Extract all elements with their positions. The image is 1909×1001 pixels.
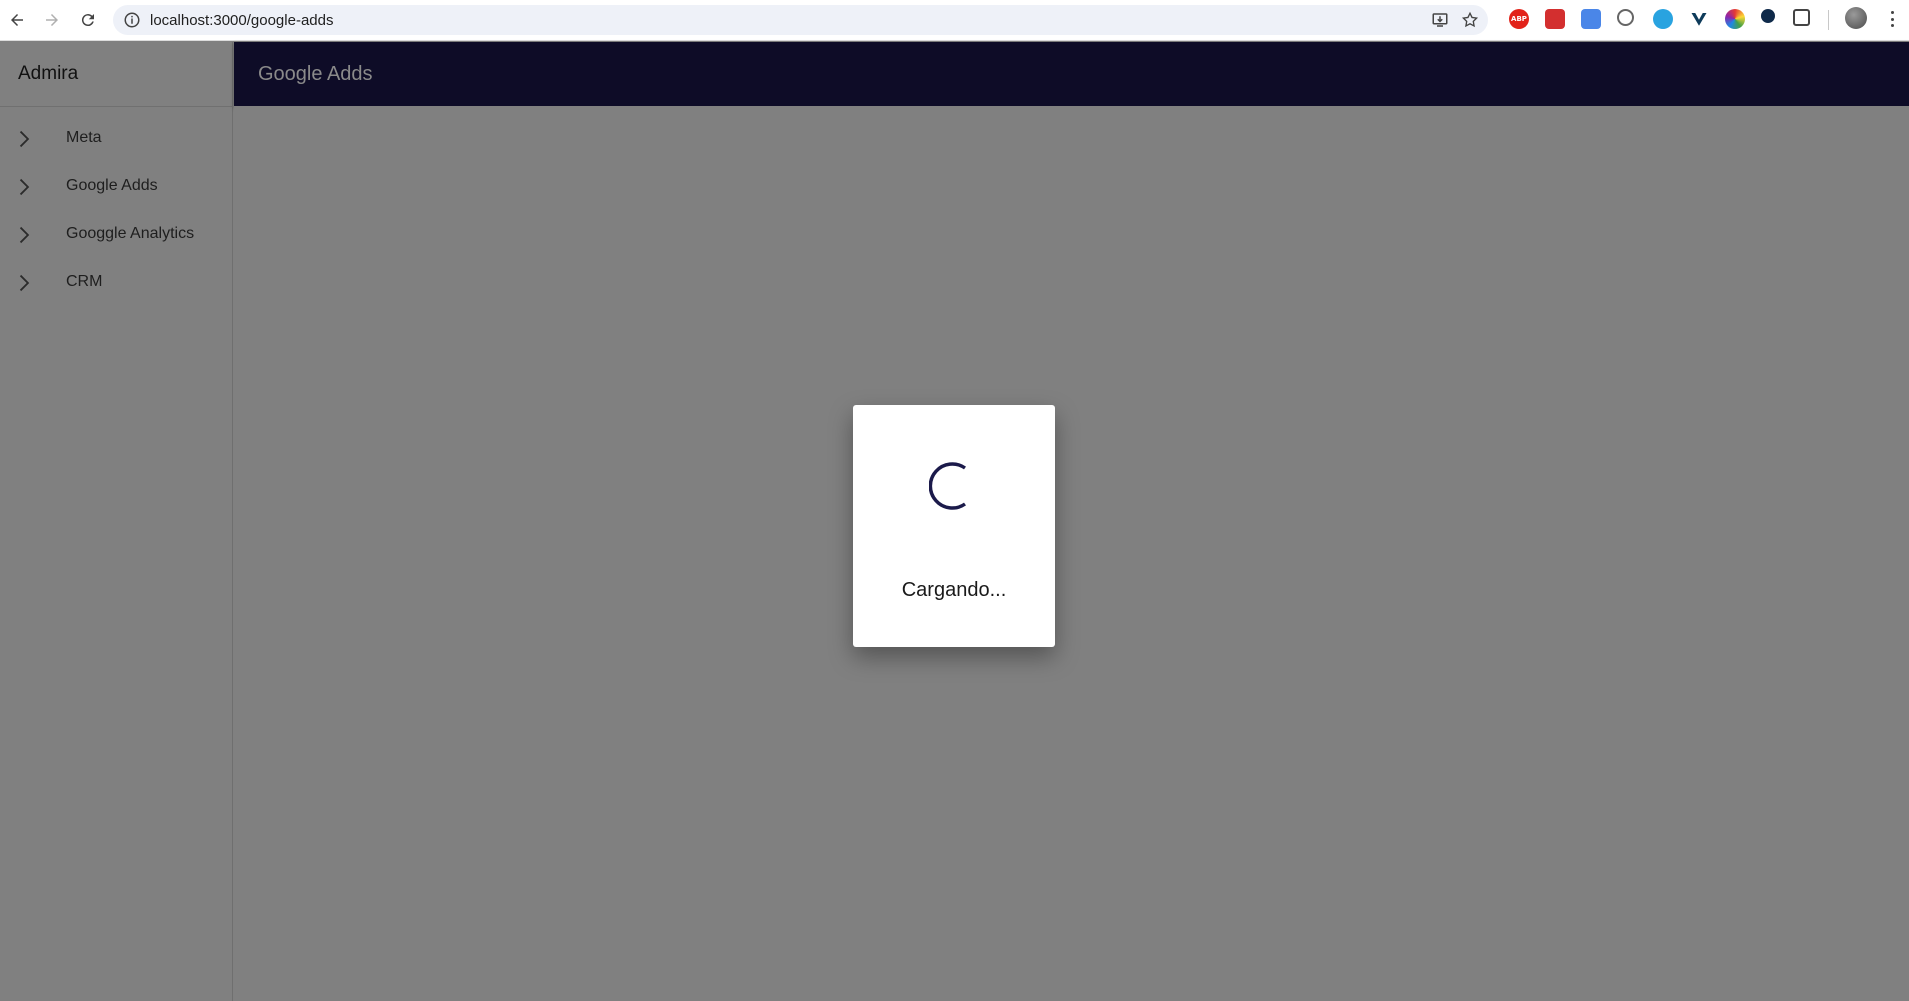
sidebar-item-google-adds[interactable]: Google Adds [0,163,233,211]
loading-spinner-icon [929,462,967,510]
profile-avatar[interactable] [1845,7,1867,29]
brand-title: Admira [18,63,79,84]
translate-icon[interactable] [1581,9,1601,29]
chevron-right-icon [19,226,30,244]
site-info-icon[interactable] [123,11,141,29]
pdf-extension-icon[interactable] [1545,9,1565,29]
arrow-right-icon [46,14,58,26]
chevron-right-icon [19,274,30,292]
sidebar-item-label: Meta [66,129,102,146]
loading-text: Cargando... [901,579,1007,601]
arrow-left-icon [11,14,23,26]
reload-button[interactable] [75,7,101,33]
reload-icon [81,14,94,27]
react-devtools-icon[interactable] [1761,9,1775,23]
url-text[interactable]: localhost:3000/google-adds [150,12,333,29]
toolbar-separator [1828,10,1829,30]
quick-edit-icon[interactable] [1653,9,1673,29]
chevron-right-icon [19,130,30,148]
color-picker-icon[interactable] [1725,9,1745,29]
sidebar-item-label: Googgle Analytics [66,225,195,242]
address-bar[interactable]: localhost:3000/google-adds [113,5,1488,35]
loading-dialog: Cargando... [853,405,1055,647]
page-title: Google Adds [258,63,373,85]
sidebar-item-google-analytics[interactable]: Googgle Analytics [0,211,233,259]
install-app-icon[interactable] [1431,11,1449,29]
sidebar-item-crm[interactable]: CRM [0,259,233,307]
wappalyzer-icon[interactable] [1617,9,1634,26]
divider [0,106,233,107]
bookmark-star-icon[interactable] [1461,11,1479,29]
app-header: Google Adds [234,42,1909,106]
sidebar-item-meta[interactable]: Meta [0,115,233,163]
browser-menu-icon[interactable] [1885,8,1899,30]
sidebar-item-label: Google Adds [66,177,158,194]
adblock-plus-icon[interactable]: ABP [1509,9,1529,29]
sidebar-item-label: CRM [66,273,103,290]
sidebar: Admira Meta Google Adds Googgle Analytic… [0,42,233,1001]
forward-button[interactable] [39,7,65,33]
chevron-right-icon [19,178,30,196]
back-button[interactable] [4,7,30,33]
extensions-puzzle-icon[interactable] [1793,9,1810,26]
content-backdrop [234,106,1909,1001]
browser-toolbar: localhost:3000/google-adds ABP [0,0,1909,41]
vuejs-devtools-icon[interactable] [1689,9,1709,29]
